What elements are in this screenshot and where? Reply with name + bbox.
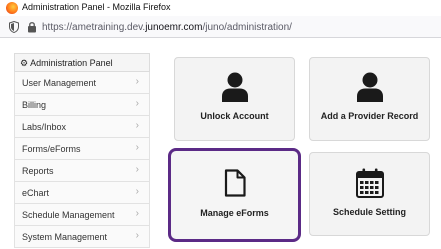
chevron-right-icon: › <box>135 164 139 175</box>
address-bar[interactable]: https://ametraining.dev.junoemr.com/juno… <box>0 16 441 38</box>
url-prefix: https://ametraining.dev. <box>42 22 146 33</box>
sidebar-item-reports[interactable]: Reports › <box>14 160 150 182</box>
sidebar-item-billing[interactable]: Billing › <box>14 94 150 116</box>
sidebar-item-echart[interactable]: eChart › <box>14 182 150 204</box>
sidebar-item-label: Schedule Management <box>22 210 115 220</box>
sidebar-item-label: User Management <box>22 78 97 88</box>
chevron-right-icon: › <box>135 208 139 219</box>
gear-icon: ⚙ <box>20 58 29 68</box>
schedule-setting-tile[interactable]: Schedule Setting <box>309 152 430 236</box>
chevron-right-icon: › <box>135 230 139 241</box>
shield-icon[interactable] <box>9 21 19 33</box>
sidebar-item-label: Labs/Inbox <box>22 122 67 132</box>
window-titlebar: Administration Panel - Mozilla Firefox <box>0 0 441 16</box>
manage-eforms-tile[interactable]: Manage eForms <box>168 148 301 242</box>
sidebar-item-forms-eforms[interactable]: Forms/eForms › <box>14 138 150 160</box>
lock-icon[interactable] <box>27 21 37 33</box>
chevron-right-icon: › <box>135 76 139 87</box>
sidebar-item-label: Reports <box>22 166 54 176</box>
sidebar-item-label: eChart <box>22 188 50 198</box>
sidebar-item-label: Forms/eForms <box>22 144 81 154</box>
sidebar-header-label: Administration Panel <box>30 58 113 68</box>
chevron-right-icon: › <box>135 120 139 131</box>
sidebar-item-label: System Management <box>22 232 108 242</box>
url-path: /juno/administration/ <box>202 22 292 33</box>
window-title: Administration Panel - Mozilla Firefox <box>22 2 171 12</box>
document-icon <box>224 169 246 197</box>
sidebar-item-label: Billing <box>22 100 47 110</box>
unlock-account-tile[interactable]: Unlock Account <box>174 57 295 141</box>
sidebar-item-user-management[interactable]: User Management › <box>14 72 150 94</box>
url-text[interactable]: https://ametraining.dev.junoemr.com/juno… <box>42 22 292 33</box>
calendar-icon <box>355 168 384 198</box>
add-provider-record-tile[interactable]: Add a Provider Record <box>309 57 430 141</box>
unlock-account-label: Unlock Account <box>200 111 269 121</box>
sidebar-header: ⚙ Administration Panel <box>14 53 150 72</box>
user-icon <box>356 72 383 102</box>
chevron-right-icon: › <box>135 186 139 197</box>
user-icon <box>221 72 248 102</box>
url-host: junoemr.com <box>145 22 203 33</box>
sidebar-item-labs-inbox[interactable]: Labs/Inbox › <box>14 116 150 138</box>
chevron-right-icon: › <box>135 98 139 109</box>
sidebar-item-schedule-management[interactable]: Schedule Management › <box>14 204 150 226</box>
add-provider-record-label: Add a Provider Record <box>320 111 419 121</box>
admin-sidebar: ⚙ Administration Panel User Management › … <box>14 53 150 249</box>
schedule-setting-label: Schedule Setting <box>332 207 406 217</box>
firefox-logo-icon <box>6 2 18 14</box>
manage-eforms-label: Manage eForms <box>200 208 269 218</box>
sidebar-item-system-management[interactable]: System Management › <box>14 226 150 248</box>
chevron-right-icon: › <box>135 142 139 153</box>
